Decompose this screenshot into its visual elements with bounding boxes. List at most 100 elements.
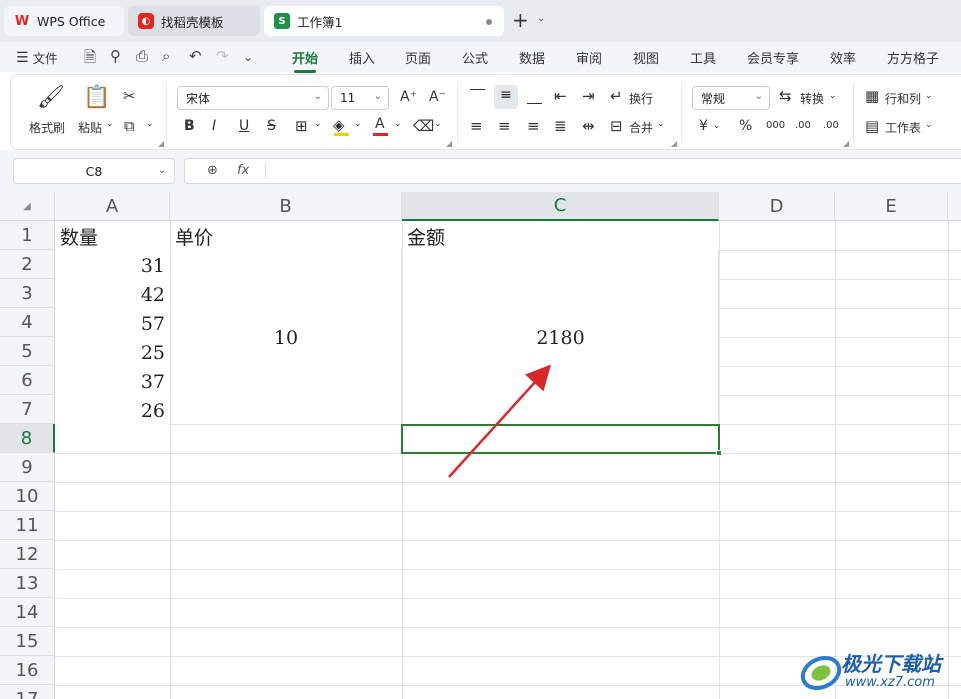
undo-icon[interactable]: ↶ (189, 47, 202, 65)
cell-a3[interactable]: 42 (56, 280, 169, 309)
cell-a6[interactable]: 37 (56, 367, 169, 396)
unsaved-dot-icon[interactable] (486, 19, 492, 25)
clear-format-icon[interactable]: ⌫ (413, 117, 434, 135)
chevron-down-icon[interactable]: ⌄ (434, 119, 442, 129)
italic-button[interactable]: I (212, 118, 216, 134)
borders-icon[interactable]: ⊞ (295, 117, 308, 135)
new-tab-button[interactable]: + (512, 8, 529, 32)
cell-b2-merged[interactable]: 10 (171, 251, 402, 425)
formula-input-area[interactable]: ⊕ fx (184, 158, 961, 184)
align-center-icon[interactable]: ≡ (498, 117, 511, 135)
menu-formula[interactable]: 公式 (462, 48, 488, 67)
redo-icon[interactable]: ↷ (216, 47, 229, 65)
menu-tools[interactable]: 工具 (690, 48, 716, 67)
fill-handle[interactable] (716, 450, 722, 456)
expand-corner-icon[interactable]: ◢ (158, 139, 164, 148)
copy-icon[interactable]: ⧉ (124, 117, 135, 135)
font-size-select[interactable]: 11 ⌄ (331, 86, 389, 110)
row-header-10[interactable]: 10 (0, 482, 55, 511)
row-header-12[interactable]: 12 (0, 540, 55, 569)
cell-a4[interactable]: 57 (56, 309, 169, 338)
convert-button[interactable]: 转换 (800, 90, 824, 107)
file-menu-button[interactable]: ☰ 文件 (16, 48, 58, 67)
chevron-down-icon[interactable]: ⌄ (925, 91, 933, 101)
select-all-corner[interactable]: ◢ (0, 192, 55, 221)
strikethrough-button[interactable]: S (267, 118, 276, 134)
name-box[interactable]: C8 ⌄ (13, 158, 175, 184)
format-painter-icon[interactable]: 🖌 (37, 85, 65, 110)
print-preview-icon[interactable]: ⌕ (162, 47, 170, 65)
chevron-down-icon[interactable]: ⌄ (243, 50, 253, 64)
align-right-icon[interactable]: ≡ (527, 117, 540, 135)
menu-member[interactable]: 会员专享 (747, 48, 799, 67)
cell-a2[interactable]: 31 (56, 251, 169, 280)
convert-icon[interactable]: ⇆ (779, 87, 792, 105)
decrease-decimal-button[interactable]: .00 (823, 120, 839, 131)
menu-view[interactable]: 视图 (633, 48, 659, 67)
cell-b1[interactable]: 单价 (171, 222, 401, 251)
expand-corner-icon[interactable]: ◢ (843, 139, 849, 148)
number-format-select[interactable]: 常规 ⌄ (692, 86, 770, 110)
justify-icon[interactable]: ≣ (554, 117, 567, 135)
align-top-icon[interactable]: ⎺ (470, 87, 485, 105)
wrap-text-icon[interactable]: ↵ (610, 87, 623, 105)
print-icon[interactable]: ⎙ (136, 47, 148, 65)
row-header-13[interactable]: 13 (0, 569, 55, 598)
tab-docer-templates[interactable]: ◐ 找稻壳模板 (128, 6, 260, 36)
row-header-2[interactable]: 2 (0, 250, 55, 279)
chevron-down-icon[interactable]: ⌄ (829, 91, 837, 101)
worksheet-icon[interactable]: ▤ (865, 117, 879, 135)
chevron-down-icon[interactable]: ⌄ (106, 119, 114, 129)
currency-button[interactable]: ¥ (699, 118, 708, 134)
bold-button[interactable]: B (184, 118, 195, 134)
paste-button[interactable]: 粘贴 (78, 119, 102, 136)
thousands-separator-button[interactable]: 000 (766, 120, 785, 131)
column-header-a[interactable]: A (55, 192, 170, 221)
paste-icon[interactable]: 📋 (83, 85, 110, 110)
save-icon[interactable]: 🗎 (84, 47, 96, 72)
share-icon[interactable]: ⚲ (110, 47, 121, 65)
row-header-15[interactable]: 15 (0, 627, 55, 656)
menu-home[interactable]: 开始 (292, 48, 318, 73)
chevron-down-icon[interactable]: ⌄ (657, 119, 665, 129)
align-middle-button[interactable]: ≡ (494, 85, 518, 109)
column-header-c[interactable]: C (402, 192, 719, 221)
row-header-4[interactable]: 4 (0, 308, 55, 337)
row-header-16[interactable]: 16 (0, 656, 55, 685)
chevron-down-icon[interactable]: ⌄ (314, 119, 322, 129)
row-header-9[interactable]: 9 (0, 453, 55, 482)
format-painter-button[interactable]: 格式刷 (29, 119, 65, 136)
expand-corner-icon[interactable]: ◢ (671, 139, 677, 148)
menu-insert[interactable]: 插入 (349, 48, 375, 67)
chevron-down-icon[interactable]: ⌄ (354, 119, 362, 129)
column-header-b[interactable]: B (170, 192, 402, 221)
row-header-17[interactable]: 17 (0, 685, 55, 699)
cell-a5[interactable]: 25 (56, 338, 169, 367)
row-header-3[interactable]: 3 (0, 279, 55, 308)
menu-fangfang[interactable]: 方方格子 (887, 48, 939, 67)
chevron-down-icon[interactable]: ⌄ (146, 119, 154, 129)
tab-wps-office[interactable]: W WPS Office (4, 6, 124, 36)
fill-color-icon[interactable]: ◈ (333, 116, 345, 134)
rows-columns-button[interactable]: 行和列 (885, 90, 921, 107)
decrease-indent-icon[interactable]: ⇤ (554, 87, 567, 105)
chevron-down-icon[interactable]: ⌄ (713, 121, 721, 131)
row-header-14[interactable]: 14 (0, 598, 55, 627)
menu-efficiency[interactable]: 效率 (830, 48, 856, 67)
column-header-f[interactable] (948, 192, 961, 221)
align-left-icon[interactable]: ≡ (470, 117, 483, 135)
cell-a7[interactable]: 26 (56, 396, 169, 425)
increase-indent-icon[interactable]: ⇥ (582, 87, 595, 105)
increase-decimal-button[interactable]: .00 (795, 120, 811, 131)
align-bottom-icon[interactable]: ⎽ (527, 87, 542, 105)
worksheet-button[interactable]: 工作表 (885, 119, 921, 136)
chevron-down-icon[interactable]: ⌄ (925, 120, 933, 130)
wrap-text-button[interactable]: 换行 (629, 90, 653, 107)
row-header-6[interactable]: 6 (0, 366, 55, 395)
font-color-button[interactable]: A (375, 116, 385, 132)
row-header-11[interactable]: 11 (0, 511, 55, 540)
chevron-down-icon[interactable]: ⌄ (537, 13, 545, 24)
merge-cells-button[interactable]: 合并 (629, 119, 653, 136)
column-header-d[interactable]: D (719, 192, 835, 221)
row-header-7[interactable]: 7 (0, 395, 55, 424)
